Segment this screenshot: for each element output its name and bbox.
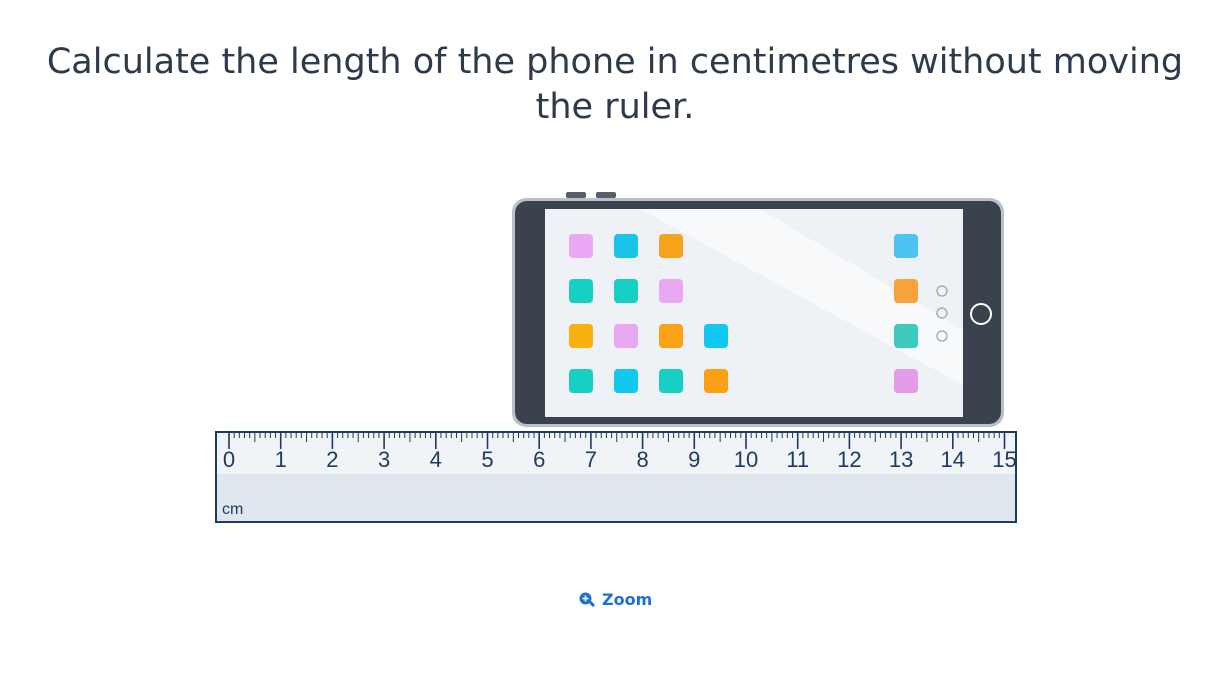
app-icon bbox=[659, 279, 683, 303]
zoom-in-icon bbox=[579, 592, 595, 607]
ruler-number: 6 bbox=[533, 447, 545, 472]
app-icon bbox=[659, 234, 683, 258]
ruler: 0 1 2 3 4 5 6 7 8 9 10 11 12 13 14 15 cm bbox=[215, 431, 1017, 523]
app-icon bbox=[704, 369, 728, 393]
ruler-number: 7 bbox=[585, 447, 597, 472]
app-icon bbox=[569, 324, 593, 348]
app-icon bbox=[704, 324, 728, 348]
phone bbox=[512, 192, 1004, 427]
app-icon bbox=[614, 369, 638, 393]
ruler-number: 14 bbox=[941, 447, 965, 472]
ruler-number: 2 bbox=[326, 447, 338, 472]
ruler-number: 10 bbox=[734, 447, 758, 472]
app-icon bbox=[569, 369, 593, 393]
app-icon bbox=[569, 234, 593, 258]
phone-side-button bbox=[566, 192, 586, 198]
zoom-button[interactable]: Zoom bbox=[578, 590, 652, 609]
ruler-number: 4 bbox=[430, 447, 442, 472]
ruler-unit-label: cm bbox=[222, 501, 243, 518]
ruler-number: 3 bbox=[378, 447, 390, 472]
app-icon bbox=[894, 279, 918, 303]
ruler-lower-band bbox=[217, 474, 1015, 521]
ruler-number: 15 bbox=[992, 447, 1016, 472]
ruler-number: 1 bbox=[275, 447, 287, 472]
ruler-number: 9 bbox=[688, 447, 700, 472]
ruler-number: 8 bbox=[636, 447, 648, 472]
app-icon bbox=[894, 369, 918, 393]
app-icon bbox=[614, 234, 638, 258]
app-icon bbox=[894, 324, 918, 348]
app-icon bbox=[659, 369, 683, 393]
ruler-phone-figure: 0 1 2 3 4 5 6 7 8 9 10 11 12 13 14 15 cm bbox=[215, 192, 1017, 523]
app-icon bbox=[659, 324, 683, 348]
app-icon bbox=[614, 279, 638, 303]
ruler-number: 5 bbox=[481, 447, 493, 472]
app-icon bbox=[569, 279, 593, 303]
phone-side-button bbox=[596, 192, 616, 198]
ruler-number: 0 bbox=[223, 447, 235, 472]
app-icon bbox=[614, 324, 638, 348]
ruler-number: 13 bbox=[889, 447, 913, 472]
ruler-number: 11 bbox=[786, 447, 809, 472]
app-icon bbox=[894, 234, 918, 258]
zoom-label: Zoom bbox=[602, 590, 653, 609]
ruler-number: 12 bbox=[837, 447, 861, 472]
